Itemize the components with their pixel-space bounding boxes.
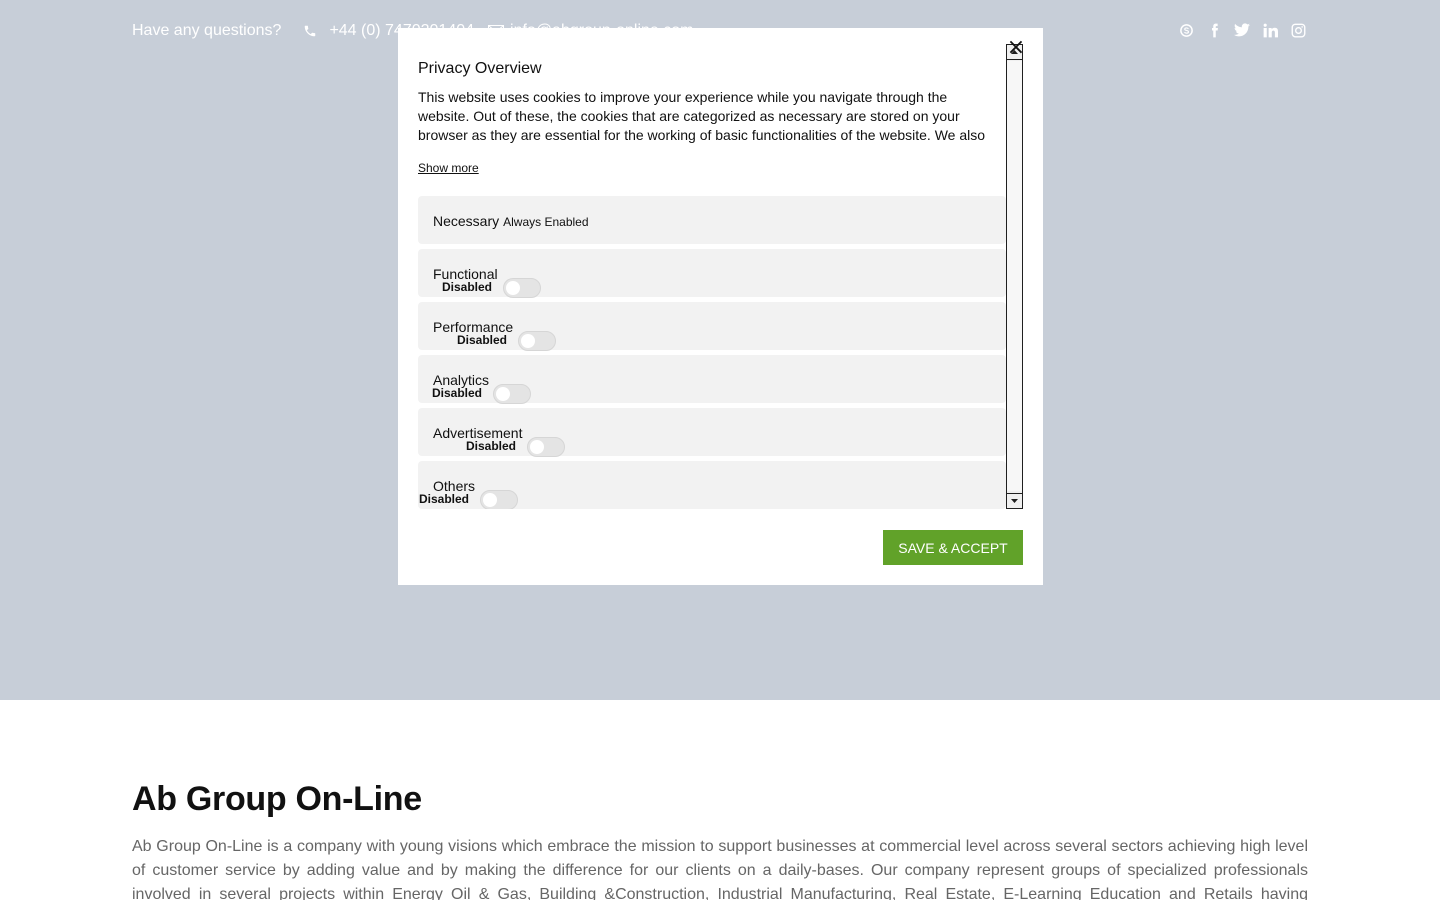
toggle-status-label: Disabled: [466, 439, 517, 453]
linkedin-icon[interactable]: [1262, 22, 1278, 38]
facebook-icon[interactable]: [1206, 22, 1222, 38]
analytics-toggle[interactable]: [493, 384, 531, 404]
instagram-icon[interactable]: [1290, 22, 1306, 38]
functional-toggle[interactable]: [503, 278, 541, 298]
save-accept-button[interactable]: SAVE & ACCEPT: [883, 530, 1023, 565]
toggle-status-label: Disabled: [432, 386, 483, 400]
others-toggle[interactable]: [480, 490, 518, 509]
scrollbar-thumb[interactable]: [1007, 61, 1022, 491]
show-more-link[interactable]: Show more: [418, 161, 479, 175]
toggle-knob: [483, 493, 497, 507]
always-enabled-label: Always Enabled: [503, 215, 589, 229]
toggle-status-label: Disabled: [457, 333, 508, 347]
privacy-overview-title: Privacy Overview: [418, 60, 542, 77]
category-analytics[interactable]: Analytics Disabled: [418, 355, 1006, 404]
toggle-status-label: Disabled: [419, 492, 470, 506]
skype-icon[interactable]: [1178, 22, 1194, 38]
about-paragraph: Ab Group On-Line is a company with young…: [132, 838, 1308, 900]
toggle-status-label: Disabled: [442, 280, 493, 294]
category-advertisement[interactable]: Advertisement Disabled: [418, 408, 1006, 457]
phone-icon: [303, 24, 317, 38]
questions-label: Have any questions?: [132, 22, 282, 39]
toggle-knob: [530, 440, 544, 454]
social-links: [1178, 22, 1306, 38]
category-performance[interactable]: Performance Disabled: [418, 302, 1006, 351]
category-necessary[interactable]: Necessary Always Enabled: [418, 196, 1006, 244]
toggle-knob: [521, 334, 535, 348]
toggle-knob: [496, 387, 510, 401]
category-functional[interactable]: Functional Disabled: [418, 249, 1006, 298]
scroll-down-arrow-icon[interactable]: [1007, 493, 1022, 508]
cookie-settings-scroll-area[interactable]: Privacy Overview This website uses cooki…: [418, 44, 1024, 509]
privacy-overview-text: This website uses cookies to improve you…: [418, 89, 986, 143]
page-title: Ab Group On-Line: [132, 780, 422, 818]
close-modal-button[interactable]: ×: [1006, 37, 1026, 59]
category-others[interactable]: Others Disabled: [418, 461, 1006, 509]
toggle-knob: [506, 281, 520, 295]
modal-scrollbar[interactable]: [1006, 44, 1023, 509]
advertisement-toggle[interactable]: [527, 437, 565, 457]
performance-toggle[interactable]: [518, 331, 556, 351]
about-section: Ab Group On-Line Ab Group On-Line is a c…: [132, 780, 1308, 900]
twitter-icon[interactable]: [1234, 22, 1250, 38]
category-name: Necessary Always Enabled: [433, 213, 589, 229]
